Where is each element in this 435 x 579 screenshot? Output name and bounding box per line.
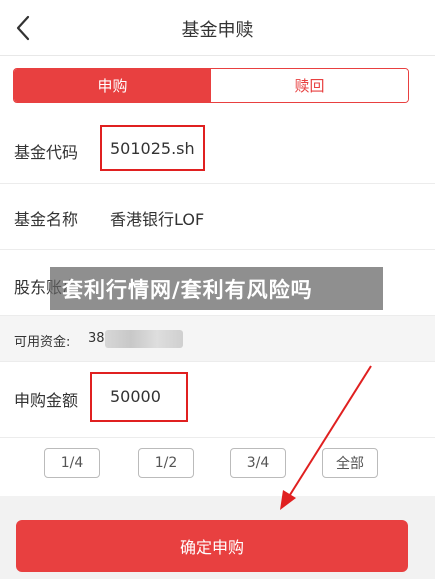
- purchase-amount-highlight: [90, 372, 188, 422]
- blurred-amount: [105, 330, 183, 348]
- available-funds-label: 可用资金:: [14, 335, 71, 350]
- fund-name-label: 基金名称: [14, 210, 79, 229]
- fund-code-highlight: [100, 125, 205, 171]
- available-funds-value: 38: [88, 331, 105, 346]
- quick-quarter-button[interactable]: 1/4: [44, 448, 100, 478]
- quick-half-button[interactable]: 1/2: [138, 448, 194, 478]
- page-title: 基金申赎: [181, 20, 254, 41]
- quick-three-quarter-button[interactable]: 3/4: [230, 448, 286, 478]
- fund-code-row: 基金代码 501025.sh: [0, 114, 435, 184]
- header-bar: 基金申赎: [0, 0, 435, 56]
- quick-all-button[interactable]: 全部: [322, 448, 378, 478]
- fund-name-row: 基金名称 香港银行LOF: [0, 184, 435, 250]
- purchase-amount-label: 申购金额: [14, 391, 79, 410]
- tab-purchase[interactable]: 申购: [14, 69, 211, 102]
- fund-code-label: 基金代码: [14, 143, 79, 162]
- tab-redeem[interactable]: 赎回: [211, 69, 408, 102]
- tab-bar: 申购 赎回: [0, 56, 435, 114]
- tab-group: 申购 赎回: [13, 68, 409, 103]
- quick-amount-bar: 1/4 1/2 3/4 全部: [0, 438, 435, 496]
- purchase-amount-row: 申购金额 50000: [0, 362, 435, 438]
- confirm-purchase-button[interactable]: 确定申购: [16, 520, 408, 572]
- fund-name-value: 香港银行LOF: [110, 210, 205, 229]
- available-funds-row: 可用资金: 38: [0, 316, 435, 362]
- watermark-banner: 套利行情网/套利有风险吗: [50, 267, 383, 310]
